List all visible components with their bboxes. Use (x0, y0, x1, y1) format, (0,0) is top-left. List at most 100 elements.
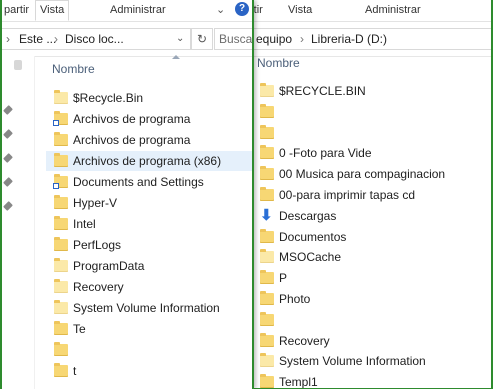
folder-icon (260, 103, 274, 118)
explorer-window-front: partir Vista Administrar ⌄ ? › Este ... … (0, 0, 254, 389)
list-item[interactable] (250, 310, 491, 330)
explorer-window-back: rtir Vista Administrar equipo › Libreria… (250, 0, 493, 389)
chevron-right-icon: › (300, 32, 304, 46)
list-item-label: Templ1 (279, 375, 318, 389)
list-item-label: Descargas (279, 208, 337, 223)
tab-share[interactable]: partir (4, 2, 29, 18)
list-item[interactable] (250, 123, 491, 143)
list-item-label: ProgramData (73, 259, 145, 273)
folder-icon (260, 187, 274, 201)
list-item[interactable]: Documents and Settings (46, 172, 252, 192)
list-item[interactable]: Archivos de programa (46, 130, 252, 150)
tab-manage[interactable]: Administrar (110, 2, 166, 18)
breadcrumb-part[interactable]: equipo (256, 29, 292, 49)
folder-shortcut-icon (53, 111, 68, 126)
list-item[interactable]: PerfLogs (46, 235, 252, 255)
download-arrow-icon: ⬇ (260, 206, 273, 224)
list-item-label: Archivos de programa (x86) (73, 154, 222, 168)
list-item[interactable]: Recovery (46, 277, 252, 297)
list-item-label: Recovery (279, 333, 330, 348)
folder-icon (54, 279, 68, 293)
list-item-label: $Recycle.Bin (73, 91, 144, 105)
help-icon[interactable]: ? (235, 2, 249, 16)
list-item-label: System Volume Information (279, 354, 426, 369)
breadcrumb-part[interactable]: Disco loc... (65, 29, 124, 49)
list-item[interactable]: Archivos de programa (46, 109, 252, 129)
list-item[interactable]: Photo (250, 289, 491, 309)
list-item[interactable]: ProgramData (46, 256, 252, 276)
pin-icon[interactable] (3, 129, 13, 139)
refresh-icon[interactable]: ↻ (191, 28, 213, 50)
folder-icon (54, 90, 68, 104)
pin-icon[interactable] (3, 177, 13, 187)
list-item[interactable]: t (46, 361, 252, 381)
folder-icon (260, 166, 274, 181)
folder-icon (54, 321, 68, 335)
folder-icon (260, 83, 274, 97)
folder-icon (260, 374, 274, 388)
list-item[interactable] (250, 102, 491, 122)
list-item[interactable] (46, 340, 252, 360)
breadcrumb[interactable]: › Este ... › Disco loc... ⌄ (2, 28, 191, 50)
ribbon-tabs: partir Vista Administrar ⌄ ? (2, 0, 252, 22)
column-header-name[interactable]: Nombre (257, 56, 300, 70)
list-item[interactable]: Te (46, 319, 252, 339)
ribbon-tabs: rtir Vista Administrar (250, 0, 491, 22)
list-item[interactable]: Recovery (250, 331, 491, 351)
list-item[interactable]: System Volume Information (250, 351, 491, 371)
list-item-label: PerfLogs (73, 238, 122, 252)
folder-icon (260, 228, 274, 243)
list-item[interactable]: ⬇ Descargas (250, 206, 491, 226)
scrollbar-thumb[interactable] (14, 60, 22, 70)
list-item-label: Archivos de programa (73, 133, 191, 147)
list-item-label: Documentos (279, 229, 347, 244)
tab-view[interactable]: Vista (35, 0, 70, 21)
folder-icon (54, 195, 68, 209)
list-item-label: Intel (73, 217, 96, 231)
list-item[interactable]: $RECYCLE.BIN (250, 81, 491, 101)
tab-manage[interactable]: Administrar (365, 2, 421, 18)
pin-icon[interactable] (3, 105, 13, 115)
pin-icon[interactable] (3, 153, 13, 163)
list-item-label: MSOCache (279, 250, 342, 265)
list-item[interactable]: Intel (46, 214, 252, 234)
navigation-pane[interactable] (2, 56, 35, 389)
chevron-down-icon[interactable]: ⌄ (216, 3, 225, 16)
folder-icon (260, 291, 274, 305)
address-bar: › Este ... › Disco loc... ⌄ ↻ Busca (2, 22, 252, 57)
list-item[interactable]: 00 Musica para compaginacion (250, 164, 491, 184)
list-item[interactable]: System Volume Information (46, 298, 252, 318)
breadcrumb-part[interactable]: Este ... (19, 29, 56, 49)
list-item-label: 00-para imprimir tapas cd (279, 188, 416, 202)
folder-icon (54, 237, 68, 251)
list-item-label: Photo (279, 292, 311, 306)
breadcrumb[interactable]: equipo › Libreria-D (D:) (250, 28, 491, 50)
pin-icon[interactable] (3, 201, 13, 211)
breadcrumb-part[interactable]: Libreria-D (D:) (311, 29, 387, 49)
list-item-label: 0 -Foto para Vide (279, 146, 372, 161)
list-item[interactable]: Templ1 (250, 372, 491, 389)
folder-icon (260, 311, 274, 326)
list-item[interactable]: P (250, 268, 491, 288)
chevron-down-icon[interactable]: ⌄ (176, 29, 184, 49)
chevron-right-icon: › (54, 32, 58, 46)
list-item-label: Recovery (73, 280, 124, 294)
column-header-name[interactable]: Nombre (52, 62, 95, 76)
folder-shortcut-icon (53, 174, 68, 189)
list-item[interactable]: 00-para imprimir tapas cd (250, 185, 491, 205)
list-item[interactable]: Archivos de programa (x86) (46, 151, 252, 171)
folder-icon (260, 270, 274, 285)
list-item-label: Documents and Settings (73, 175, 204, 189)
list-item[interactable]: 0 -Foto para Vide (250, 143, 491, 163)
list-item[interactable]: Documentos (250, 227, 491, 247)
folder-icon (260, 249, 274, 264)
folder-icon (54, 216, 68, 230)
list-item-label: Hyper-V (73, 196, 118, 210)
list-item-label: Archivos de programa (73, 112, 191, 126)
search-input[interactable]: Busca (214, 28, 252, 50)
list-item[interactable]: MSOCache (250, 247, 491, 267)
list-item[interactable]: $Recycle.Bin (46, 88, 252, 108)
tab-view[interactable]: Vista (288, 2, 312, 18)
folder-icon (260, 124, 274, 139)
list-item[interactable]: Hyper-V (46, 193, 252, 213)
